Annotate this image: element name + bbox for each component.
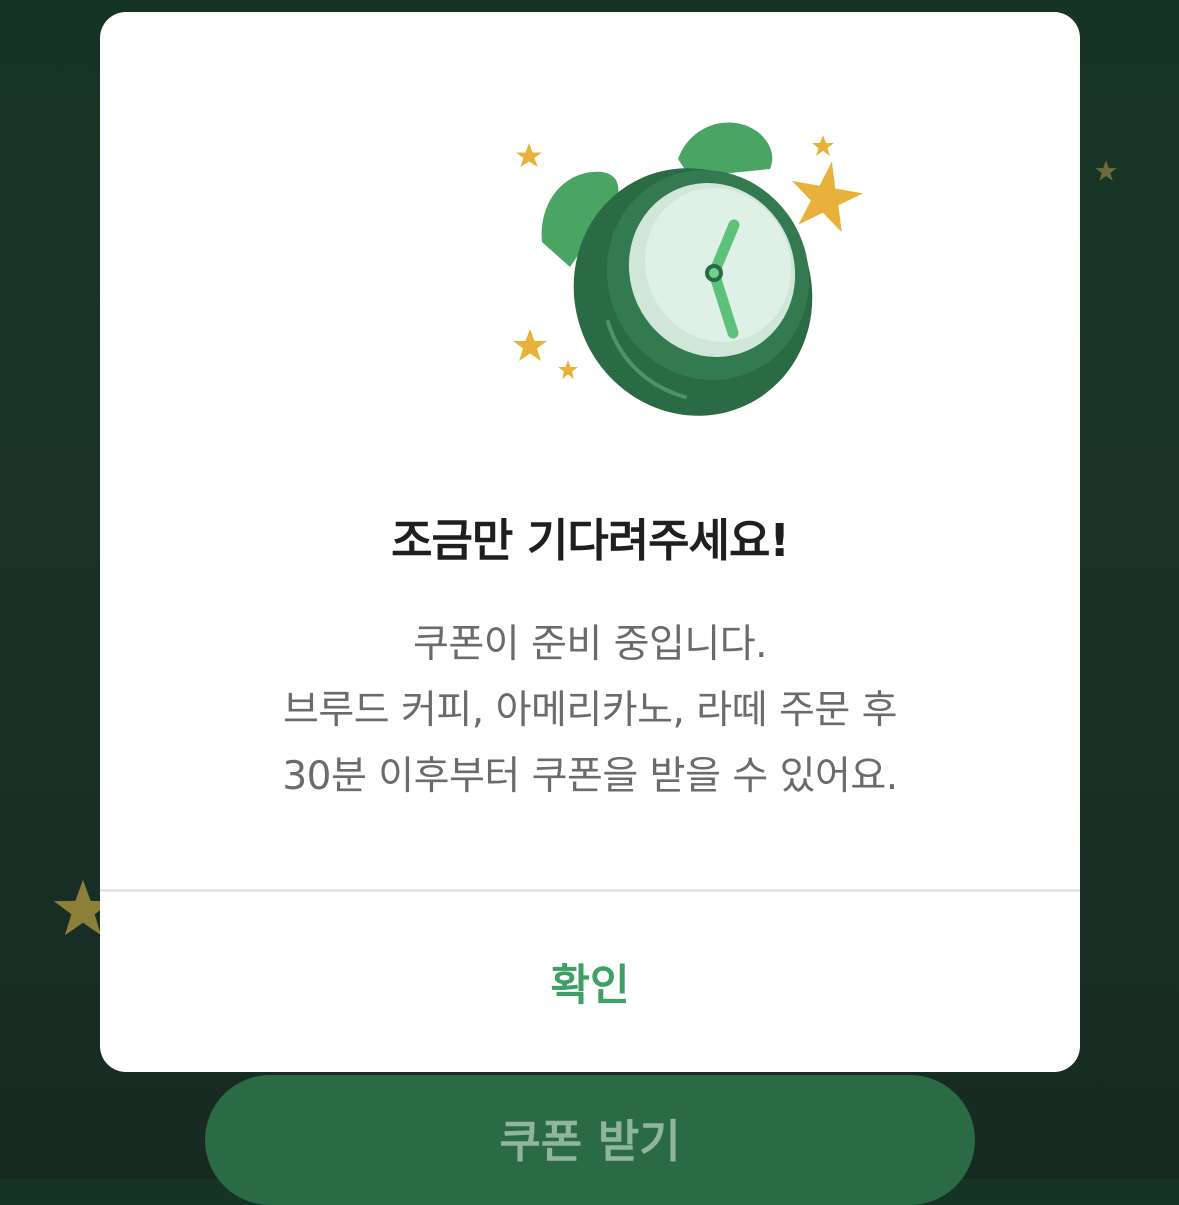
message-line: 30분 이후부터 쿠폰을 받을 수 있어요. [282,754,898,799]
message-line: 쿠폰이 준비 중입니다. [412,622,768,667]
alarm-clock-icon [513,122,863,416]
waiting-dialog: 조금만 기다려주세요! 쿠폰이 준비 중입니다. 브루드 커피, 아메리카노, … [100,12,1080,1072]
confirm-button[interactable]: 확인 [100,892,1080,1072]
dialog-message: 쿠폰이 준비 중입니다. 브루드 커피, 아메리카노, 라떼 주문 후 30분 … [100,612,1080,810]
dialog-title: 조금만 기다려주세요! [391,514,790,567]
star-decoration-icon [1095,160,1117,181]
message-line: 브루드 커피, 아메리카노, 라떼 주문 후 [283,688,897,733]
get-coupon-button[interactable]: 쿠폰 받기 [205,1075,975,1205]
